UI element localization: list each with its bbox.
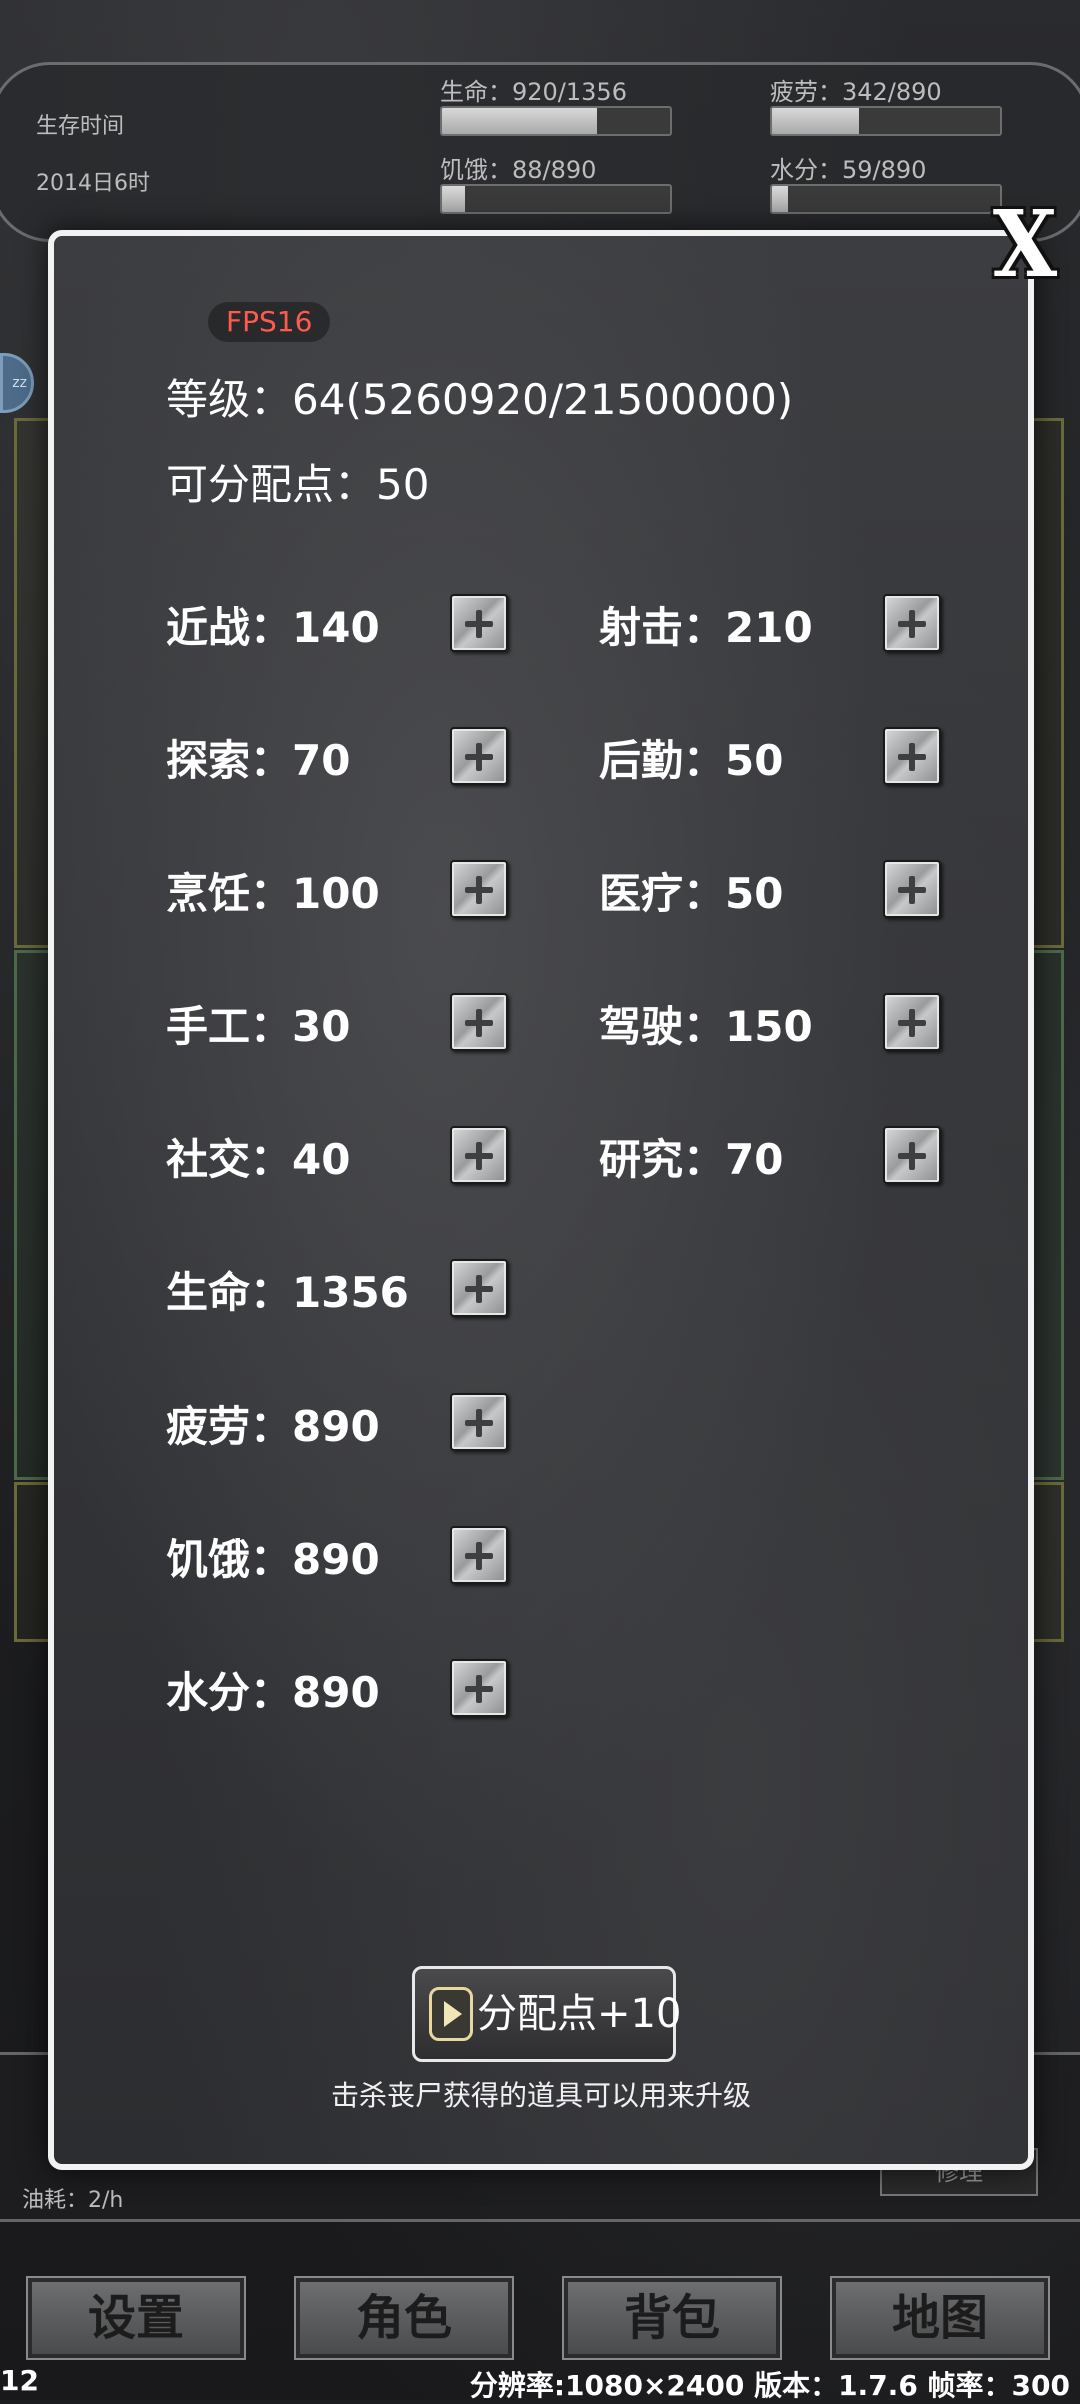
footer-device-info: 分辨率:1080×2400 版本：1.7.6 帧率：300 — [469, 2369, 1070, 2402]
attr-life: 生命：1356 — [166, 1268, 409, 1317]
stat-hunger-fill — [442, 186, 465, 212]
nav-character-button[interactable]: 角色 — [294, 2276, 514, 2360]
attr-cooking: 烹饪：100 — [166, 869, 380, 918]
plus-cooking-button[interactable] — [450, 860, 508, 918]
attr-medical: 医疗：50 — [599, 869, 784, 918]
plus-research-button[interactable] — [883, 1126, 941, 1184]
stat-water-fill — [772, 186, 788, 212]
attr-fatigue: 疲劳：890 — [166, 1402, 380, 1451]
attr-shooting: 射击：210 — [599, 603, 813, 652]
plus-explore-button[interactable] — [450, 727, 508, 785]
stat-water: 水分：59/890 — [770, 150, 1002, 214]
stat-health-bar — [440, 106, 672, 136]
plus-hunger-button[interactable] — [450, 1526, 508, 1584]
attr-water: 水分：890 — [166, 1668, 380, 1717]
nav-map-button[interactable]: 地图 — [830, 2276, 1050, 2360]
allocate-points-label: 分配点+10 — [477, 1991, 682, 2037]
stat-fatigue-fill — [772, 108, 859, 134]
attr-social: 社交：40 — [166, 1135, 351, 1184]
nav-settings-button[interactable]: 设置 — [26, 2276, 246, 2360]
fuel-consumption: 油耗：2/h — [22, 2188, 124, 2213]
stat-fatigue: 疲劳：342/890 — [770, 72, 1002, 136]
plus-social-button[interactable] — [450, 1126, 508, 1184]
plus-logistics-button[interactable] — [883, 727, 941, 785]
stat-health-label: 生命：920/1356 — [440, 78, 627, 106]
stat-hunger-bar — [440, 184, 672, 214]
plus-fatigue-button[interactable] — [450, 1393, 508, 1451]
attr-hunger: 饥饿：890 — [166, 1535, 380, 1584]
stat-health: 生命：920/1356 — [440, 72, 672, 136]
plus-driving-button[interactable] — [883, 993, 941, 1051]
close-icon[interactable]: X — [989, 198, 1061, 290]
available-points: 可分配点：50 — [166, 460, 430, 509]
footer-left-text: 12 — [0, 2364, 39, 2397]
attr-logistics: 后勤：50 — [599, 736, 784, 785]
stat-water-bar — [770, 184, 1002, 214]
survive-time-label: 生存时间 — [36, 114, 125, 139]
attr-explore: 探索：70 — [166, 736, 351, 785]
stat-fatigue-bar — [770, 106, 1002, 136]
level-text: 等级：64(5260920/21500000) — [166, 375, 794, 424]
attr-research: 研究：70 — [599, 1135, 784, 1184]
stat-hunger: 饥饿：88/890 — [440, 150, 672, 214]
stat-water-label: 水分：59/890 — [770, 156, 927, 184]
upgrade-hint: 击杀丧尸获得的道具可以用来升级 — [330, 2079, 751, 2112]
stat-fatigue-label: 疲劳：342/890 — [770, 78, 942, 106]
stat-health-fill — [442, 108, 598, 134]
plus-water-button[interactable] — [450, 1659, 508, 1717]
attr-driving: 驾驶：150 — [599, 1002, 813, 1051]
survive-time-value: 2014日6时 — [36, 171, 150, 196]
plus-melee-button[interactable] — [450, 594, 508, 652]
plus-shooting-button[interactable] — [883, 594, 941, 652]
nav-backpack-button[interactable]: 背包 — [562, 2276, 782, 2360]
attr-melee: 近战：140 — [166, 603, 380, 652]
plus-medical-button[interactable] — [883, 860, 941, 918]
stat-hunger-label: 饥饿：88/890 — [440, 156, 597, 184]
play-video-icon — [429, 1987, 473, 2041]
plus-life-button[interactable] — [450, 1259, 508, 1317]
attr-crafting: 手工：30 — [166, 1002, 351, 1051]
fps-counter: FPS16 — [208, 302, 331, 342]
attribute-dialog: FPS16 等级：64(5260920/21500000) 可分配点：50 近战… — [48, 230, 1034, 2170]
plus-crafting-button[interactable] — [450, 993, 508, 1051]
allocate-points-ad-button[interactable]: 分配点+10 — [412, 1966, 681, 2062]
